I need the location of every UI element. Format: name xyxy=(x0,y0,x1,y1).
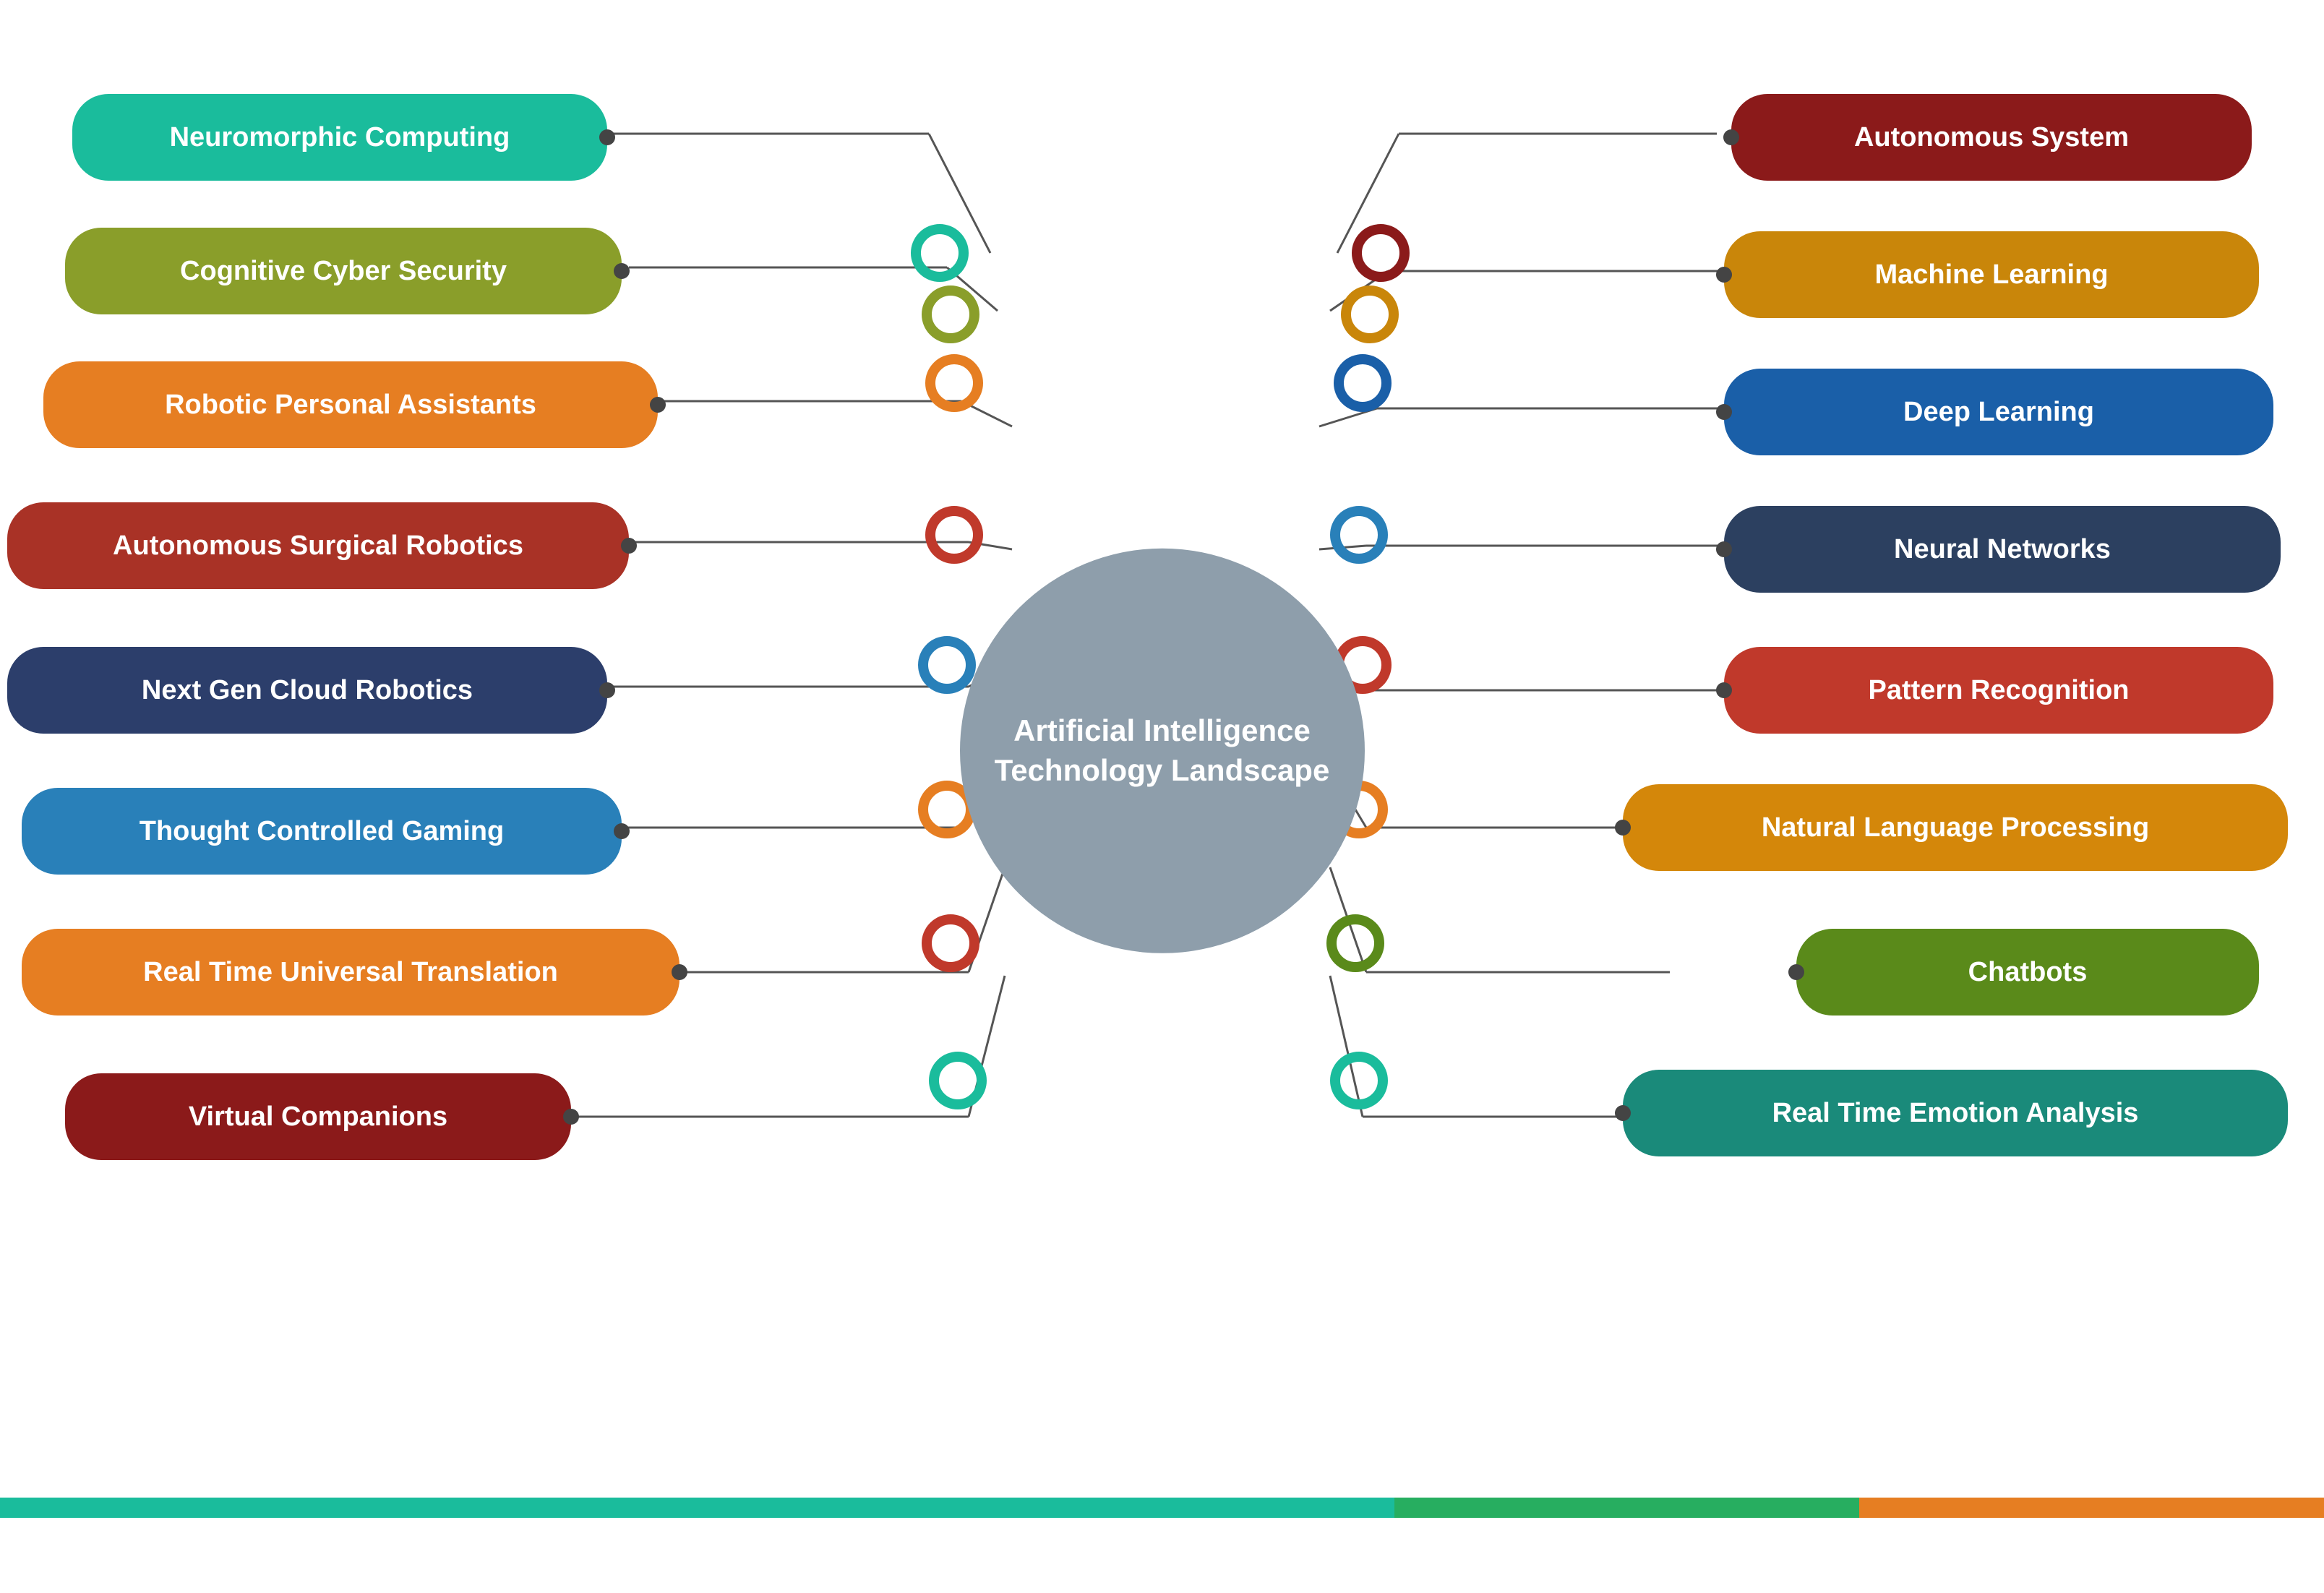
node-autonomous-label: Autonomous System xyxy=(1854,122,2129,153)
node-emotion: Real Time Emotion Analysis xyxy=(1623,1070,2288,1156)
ring-olive xyxy=(922,285,979,343)
node-chatbots: Chatbots xyxy=(1796,929,2259,1016)
node-machine-learning-label: Machine Learning xyxy=(1874,259,2108,291)
node-robotic-personal: Robotic Personal Assistants xyxy=(43,361,658,448)
ring-red-l xyxy=(922,914,979,972)
node-chatbots-label: Chatbots xyxy=(1968,957,2088,988)
node-emotion-label: Real Time Emotion Analysis xyxy=(1772,1098,2139,1129)
ring-teal xyxy=(911,224,969,282)
ring-gold-r xyxy=(1341,285,1399,343)
node-deep-learning-label: Deep Learning xyxy=(1903,397,2094,428)
ring-teal2-r xyxy=(1330,1052,1388,1109)
node-thought-gaming: Thought Controlled Gaming xyxy=(22,788,622,875)
ring-cobalt-r xyxy=(1334,354,1392,412)
node-thought-gaming-label: Thought Controlled Gaming xyxy=(140,816,504,847)
node-deep-learning: Deep Learning xyxy=(1724,369,2273,455)
ring-crimson-l xyxy=(925,506,983,564)
ring-darkred-r xyxy=(1352,224,1410,282)
node-universal-trans-label: Real Time Universal Translation xyxy=(143,957,558,988)
node-robotic-personal-label: Robotic Personal Assistants xyxy=(165,390,536,421)
node-pattern-rec: Pattern Recognition xyxy=(1724,647,2273,734)
node-universal-trans: Real Time Universal Translation xyxy=(22,929,679,1016)
node-cognitive-label: Cognitive Cyber Security xyxy=(180,256,507,287)
node-surgical-label: Autonomous Surgical Robotics xyxy=(113,531,523,562)
node-nlp: Natural Language Processing xyxy=(1623,784,2288,871)
center-title: Artificial Intelligence Technology Lands… xyxy=(960,711,1365,790)
ring-blue-r xyxy=(1330,506,1388,564)
node-autonomous: Autonomous System xyxy=(1731,94,2252,181)
node-neural-nets-label: Neural Networks xyxy=(1894,534,2111,565)
node-machine-learning: Machine Learning xyxy=(1724,231,2259,318)
node-neural-nets: Neural Networks xyxy=(1724,506,2281,593)
node-nlp-label: Natural Language Processing xyxy=(1762,812,2149,843)
ring-orange-l xyxy=(925,354,983,412)
node-pattern-rec-label: Pattern Recognition xyxy=(1868,675,2129,706)
ring-blue-l xyxy=(918,636,976,694)
node-cloud-robotics-label: Next Gen Cloud Robotics xyxy=(142,675,473,706)
diagram-container: Artificial Intelligence Technology Lands… xyxy=(0,0,2324,1518)
node-cognitive: Cognitive Cyber Security xyxy=(65,228,622,314)
ring-teal2-l xyxy=(929,1052,987,1109)
node-neuromorphic: Neuromorphic Computing xyxy=(72,94,607,181)
ring-green-r xyxy=(1326,914,1384,972)
center-circle: Artificial Intelligence Technology Lands… xyxy=(960,549,1365,953)
node-neuromorphic-label: Neuromorphic Computing xyxy=(170,122,510,153)
node-surgical: Autonomous Surgical Robotics xyxy=(7,502,629,589)
node-cloud-robotics: Next Gen Cloud Robotics xyxy=(7,647,607,734)
node-virtual-comp-label: Virtual Companions xyxy=(189,1102,447,1133)
node-virtual-comp: Virtual Companions xyxy=(65,1073,571,1160)
